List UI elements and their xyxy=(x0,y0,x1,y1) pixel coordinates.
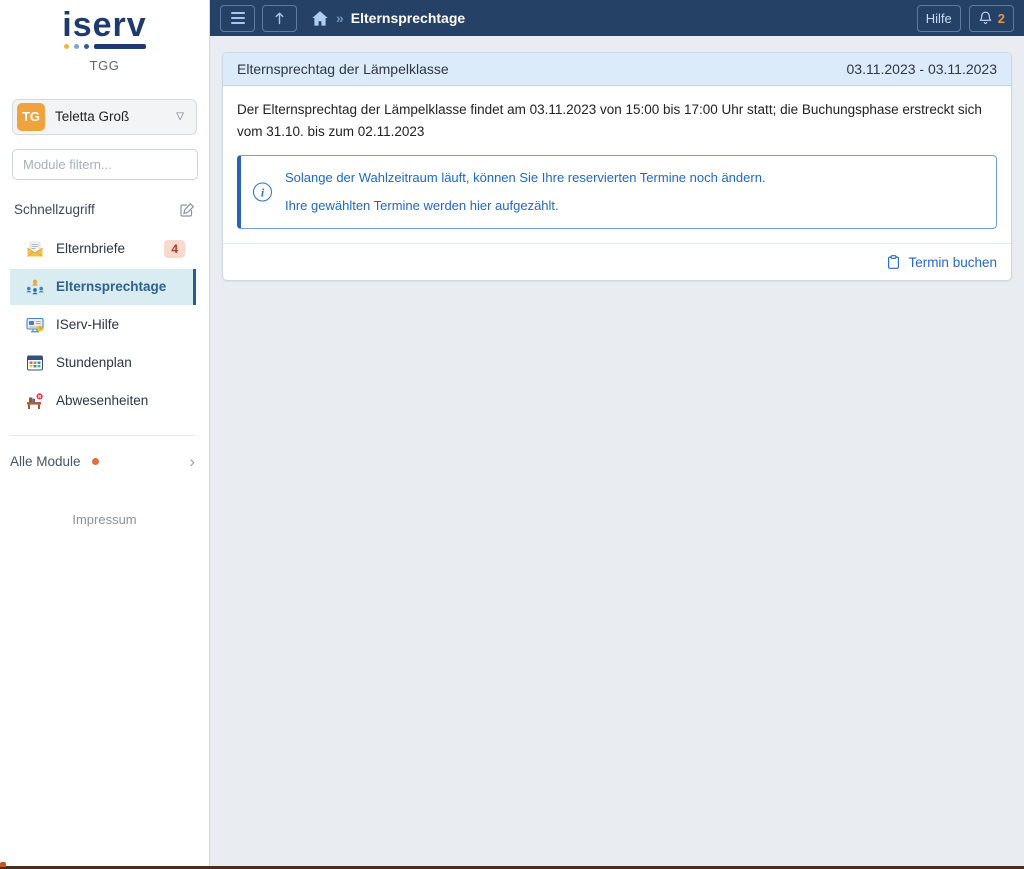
sidebar-item-label: Elternsprechtage xyxy=(56,279,167,295)
logo-underline-bar xyxy=(93,43,146,49)
iserv-logo[interactable]: iserv xyxy=(0,6,209,49)
panel-body: Der Elternsprechtag der Lämpelklasse fin… xyxy=(223,86,1011,243)
sidebar-item-elternbriefe[interactable]: Elternbriefe 4 xyxy=(10,231,196,267)
sidebar: iserv TGG TG Teletta Groß ▽ Schnellzugri… xyxy=(0,0,210,869)
main-content: Elternsprechtag der Lämpelklasse 03.11.2… xyxy=(210,36,1024,869)
help-card-icon: ? xyxy=(25,315,45,335)
breadcrumb-current: Elternsprechtage xyxy=(350,10,466,26)
logo-dot-blue xyxy=(83,43,89,49)
iserv-logo-underline xyxy=(0,43,209,49)
notification-count: 2 xyxy=(997,10,1005,26)
absence-desk-icon xyxy=(25,391,45,411)
bell-icon xyxy=(978,10,993,26)
envelope-letter-icon xyxy=(25,239,45,259)
bottom-corner-artifact xyxy=(0,862,6,867)
site-name: TGG xyxy=(89,57,120,73)
sidebar-item-stundenplan[interactable]: Stundenplan xyxy=(10,345,196,381)
navbar-right-group: Hilfe 2 xyxy=(916,4,1014,32)
alert-line-2: Ihre gewählten Termine werden hier aufge… xyxy=(285,197,559,213)
sidebar-item-elternsprechtage[interactable]: Elternsprechtage xyxy=(10,268,196,305)
info-icon: i xyxy=(253,182,272,202)
avatar: TG xyxy=(17,102,45,131)
clipboard-icon xyxy=(886,254,901,270)
panel-title: Elternsprechtag der Lämpelklasse xyxy=(237,61,449,77)
timetable-calendar-icon xyxy=(25,353,45,373)
logo-dot-orange xyxy=(63,43,69,49)
sidebar-item-label: Stundenplan xyxy=(56,355,132,371)
hamburger-menu-button[interactable] xyxy=(220,4,255,32)
breadcrumb-separator: » xyxy=(336,10,344,26)
sidebar-item-label: Abwesenheiten xyxy=(56,393,149,409)
sidebar-divider xyxy=(10,434,195,436)
book-appointment-label: Termin buchen xyxy=(908,254,997,270)
sidebar-item-label: IServ-Hilfe xyxy=(56,317,120,333)
sidebar-item-label: Elternbriefe xyxy=(56,241,126,257)
edit-pencil-icon[interactable] xyxy=(179,202,195,218)
panel-header: Elternsprechtag der Lämpelklasse 03.11.2… xyxy=(223,53,1011,86)
chevron-down-icon: ▽ xyxy=(176,111,184,123)
quick-access-header: Schnellzugriff xyxy=(14,202,195,218)
iserv-logo-text: iserv xyxy=(62,6,147,44)
sidebar-item-abwesenheiten[interactable]: Abwesenheiten xyxy=(10,383,196,419)
top-navbar: » Elternsprechtage Hilfe 2 xyxy=(210,0,1024,36)
impressum-link[interactable]: Impressum xyxy=(0,512,209,527)
info-alert: i Solange der Wahlzeitraum läuft, können… xyxy=(237,155,997,230)
navigate-up-button[interactable] xyxy=(262,4,297,32)
quick-access-menu: Elternbriefe 4 Elternsprechtage ? IServ-… xyxy=(0,231,209,419)
alert-line-1: Solange der Wahlzeitraum läuft, können S… xyxy=(285,170,766,186)
meeting-people-icon xyxy=(25,277,45,297)
panel-footer: Termin buchen xyxy=(223,243,1011,280)
elternsprechtag-panel: Elternsprechtag der Lämpelklasse 03.11.2… xyxy=(222,52,1012,282)
quick-access-label: Schnellzugriff xyxy=(14,202,95,218)
help-button[interactable]: Hilfe xyxy=(916,4,961,32)
panel-description: Der Elternsprechtag der Lämpelklasse fin… xyxy=(237,102,982,139)
breadcrumb: » Elternsprechtage xyxy=(311,10,465,27)
chevron-right-icon: › xyxy=(189,451,195,471)
home-icon[interactable] xyxy=(311,10,329,27)
logo-dot-lightblue xyxy=(73,43,79,49)
user-menu-button[interactable]: TG Teletta Groß ▽ xyxy=(12,98,197,135)
unread-count-badge: 4 xyxy=(164,239,185,258)
book-appointment-button[interactable]: Termin buchen xyxy=(886,254,997,270)
all-modules-button[interactable]: Alle Module › xyxy=(10,453,195,470)
user-name: Teletta Groß xyxy=(55,109,130,125)
notification-dot xyxy=(91,457,99,465)
panel-date-range: 03.11.2023 - 03.11.2023 xyxy=(846,61,998,77)
module-filter-input[interactable] xyxy=(12,148,198,180)
notifications-button[interactable]: 2 xyxy=(968,4,1014,32)
sidebar-item-iserv-hilfe[interactable]: ? IServ-Hilfe xyxy=(10,307,196,343)
all-modules-label: Alle Module xyxy=(10,453,81,469)
